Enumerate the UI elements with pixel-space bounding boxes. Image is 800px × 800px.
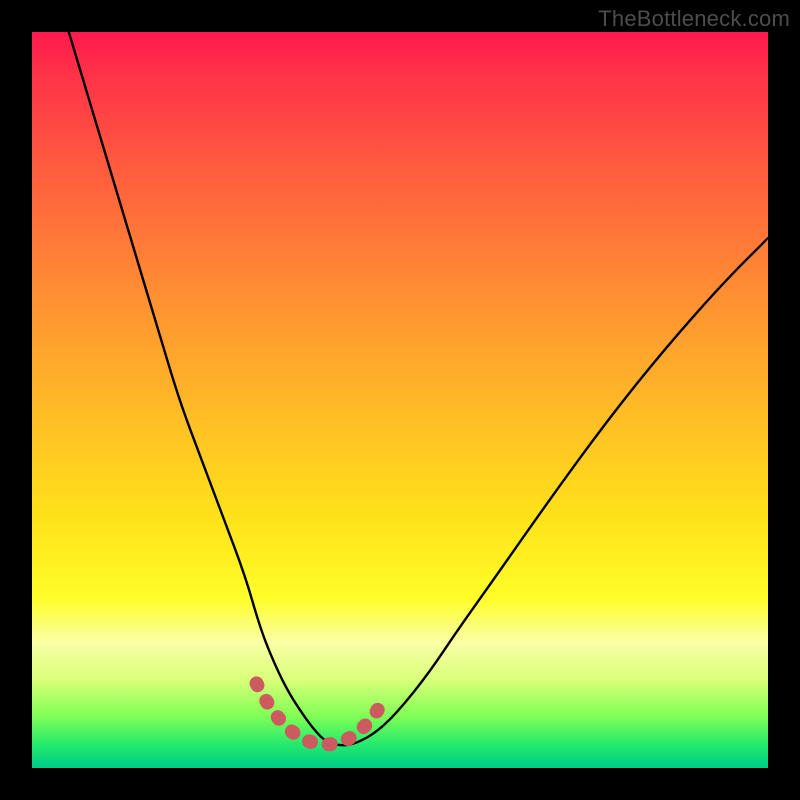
plot-area: [32, 32, 768, 768]
chart-frame: TheBottleneck.com: [0, 0, 800, 800]
bottleneck-curve: [69, 32, 768, 745]
watermark-text: TheBottleneck.com: [598, 6, 790, 32]
chart-svg: [32, 32, 768, 768]
